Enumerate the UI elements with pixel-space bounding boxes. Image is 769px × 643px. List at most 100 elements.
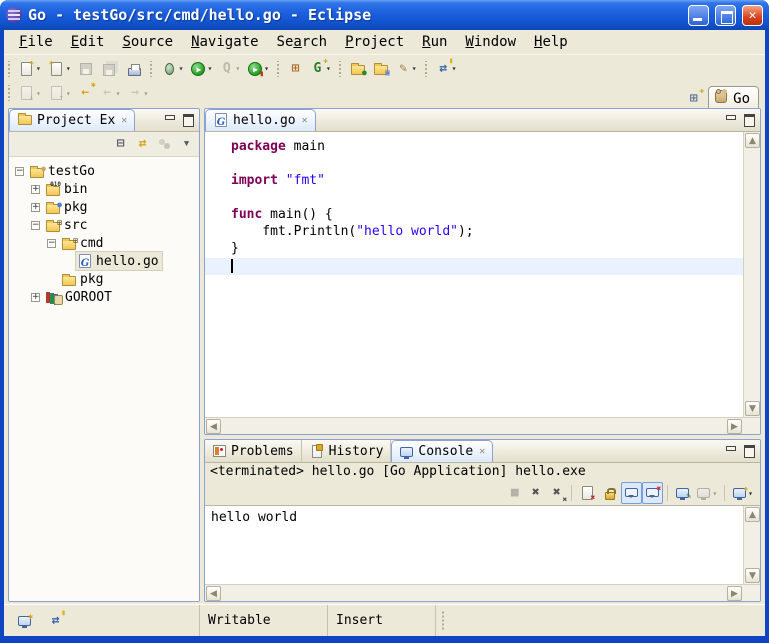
gopath-sync-status-button[interactable]: ⇄▮ [45,610,66,632]
maximize-view-button[interactable] [180,112,195,126]
clear-console-button[interactable]: ✖ [576,482,599,504]
remove-launch-button[interactable]: ✖ [525,482,546,504]
maximize-view-button[interactable] [741,112,756,126]
menu-source[interactable]: Source [113,32,182,52]
toolbar-separator [571,485,572,501]
maximize-button[interactable] [715,5,736,26]
show-stdout-button[interactable] [621,482,642,504]
menu-search[interactable]: Search [268,32,337,52]
import-button[interactable]: ● [347,58,369,80]
scroll-lock-icon [605,492,615,500]
console-tab-bar: Problems History Console✕ [205,440,760,463]
gopath-sync-button[interactable]: ⇄▮▾ [433,58,460,80]
console-output[interactable]: hello world [205,506,743,584]
expand-icon[interactable]: + [31,293,40,302]
open-resource-button[interactable]: ▣ [370,58,392,80]
new-wizard-button[interactable]: ✚▾ [15,58,44,80]
tab-history-label: History [329,444,384,459]
tree-item-hello-go[interactable]: hello.go [9,252,199,270]
minimize-view-button[interactable] [162,112,177,126]
tree-item-cmd[interactable]: −⊞cmd [9,234,199,252]
minimize-button[interactable] [688,5,709,26]
editor-tab-bar: hello.go ✕ [205,109,760,132]
minimize-view-button[interactable] [723,443,738,457]
scroll-lock-button[interactable] [599,482,621,504]
next-annotation-button[interactable]: ↓▾ [15,82,44,104]
tab-history[interactable]: History [302,440,392,462]
editor-tab-hello-go[interactable]: hello.go ✕ [205,109,316,131]
display-console-button[interactable]: ▾ [693,482,720,504]
menu-help[interactable]: Help [525,32,577,52]
dropdown-arrow-icon: ▾ [143,89,148,98]
menu-file[interactable]: File [10,32,62,52]
close-tab-icon[interactable]: ✕ [302,115,308,126]
new-go-project-button[interactable]: G✚▾ [307,58,334,80]
scroll-right-icon[interactable]: ▶ [727,586,742,601]
open-console-button[interactable]: ✚▾ [729,482,756,504]
tab-console[interactable]: Console✕ [391,440,493,462]
save-all-button[interactable] [98,58,123,80]
close-tab-icon[interactable]: ✕ [121,115,127,126]
menu-run[interactable]: Run [413,32,456,52]
show-stderr-button[interactable]: ✖ [642,482,663,504]
debug-button[interactable]: ▾ [158,58,187,80]
tree-item-bin[interactable]: +010bin [9,180,199,198]
tree-item-pkg[interactable]: pkg [9,270,199,288]
problems-icon [213,445,226,457]
scroll-right-icon[interactable]: ▶ [727,419,742,434]
forward-button[interactable]: →▾ [124,82,151,104]
menu-edit[interactable]: Edit [62,32,114,52]
project-explorer-tab[interactable]: Project Ex ✕ [9,109,135,131]
expand-icon[interactable]: + [31,203,40,212]
scroll-down-icon[interactable]: ▼ [745,568,760,583]
code-editor[interactable]: package mainimport "fmt"func main() { fm… [205,132,743,417]
run-button[interactable]: ▾ [187,58,215,80]
menu-project[interactable]: Project [336,32,413,52]
maximize-view-button[interactable] [741,443,756,457]
pin-console-button[interactable]: ✎ [672,482,693,504]
profile-button[interactable]: Q▾ [216,58,243,80]
menu-window[interactable]: Window [456,32,525,52]
scroll-left-icon[interactable]: ◀ [206,586,221,601]
expand-icon[interactable]: + [31,185,40,194]
console-vertical-scrollbar[interactable]: ▲ ▼ [743,506,760,584]
scroll-down-icon[interactable]: ▼ [745,401,760,416]
close-button[interactable] [742,5,763,26]
previous-annotation-button[interactable]: ↑▾ [45,82,74,104]
customize-view-button[interactable] [154,133,175,155]
tree-item-testgo[interactable]: −●testGo [9,162,199,180]
new-go-element-button[interactable]: ✚▾ [45,58,74,80]
save-button[interactable] [75,58,97,80]
fast-view-button[interactable]: ✱ [14,610,35,632]
tree-item-goroot[interactable]: +GOROOT [9,288,199,306]
terminate-button[interactable]: ■ [504,482,525,504]
mark-occurrences-button[interactable]: ✎▾ [393,58,420,80]
console-horizontal-scrollbar[interactable]: ◀ ▶ [205,584,760,601]
menu-navigate[interactable]: Navigate [182,32,267,52]
tree-item-src[interactable]: −⊞src [9,216,199,234]
link-with-editor-button[interactable]: ⇄ [132,133,153,155]
view-menu-button[interactable]: ▾ [176,133,197,155]
scroll-left-icon[interactable]: ◀ [206,419,221,434]
collapse-all-button[interactable]: ⊟ [110,133,131,155]
toolbar-handle [149,61,154,77]
editor-horizontal-scrollbar[interactable]: ◀ ▶ [205,417,760,434]
scroll-up-icon[interactable]: ▲ [745,507,760,522]
remove-all-terminated-button[interactable]: ✖✖ [546,482,567,504]
editor-vertical-scrollbar[interactable]: ▲ ▼ [743,132,760,417]
last-edit-location-button[interactable]: ←✱ [75,82,96,104]
folder-icon [62,276,76,286]
tree-item-pkg[interactable]: +●pkg [9,198,199,216]
print-button[interactable] [124,58,145,80]
collapse-icon[interactable]: − [15,167,24,176]
scroll-up-icon[interactable]: ▲ [745,133,760,148]
collapse-icon[interactable]: − [31,221,40,230]
project-tree: −●testGo+010bin+●pkg−⊞src−⊞cmdhello.gopk… [9,157,199,601]
collapse-icon[interactable]: − [47,239,56,248]
external-tools-button[interactable]: ▮▾ [244,58,272,80]
back-button[interactable]: ←▾ [97,82,124,104]
new-go-package-button[interactable]: ⊞ [285,58,306,80]
close-tab-icon[interactable]: ✕ [479,446,485,457]
tab-problems[interactable]: Problems [205,440,302,462]
minimize-view-button[interactable] [723,112,738,126]
